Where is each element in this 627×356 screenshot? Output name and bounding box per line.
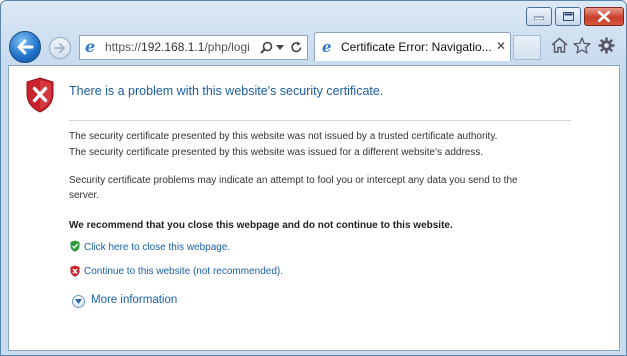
new-tab-button[interactable] (513, 35, 541, 60)
title-bar (1, 1, 626, 31)
continue-to-website-link[interactable]: Continue to this website (not recommende… (84, 266, 283, 277)
tab-certificate-error[interactable]: e Certificate Error: Navigatio... ✕ (314, 32, 511, 61)
back-arrow-icon (17, 39, 34, 55)
maximize-button[interactable] (555, 7, 581, 26)
search-icon[interactable] (260, 41, 273, 54)
tab-ie-logo-icon: e (322, 38, 332, 56)
refresh-icon[interactable] (290, 41, 303, 54)
warning-text-line2: server. (69, 190, 100, 201)
warning-text-line1: Security certificate problems may indica… (69, 175, 518, 186)
close-icon (598, 11, 610, 22)
url-path: /php/logi (204, 40, 250, 54)
error-shield-icon (26, 77, 54, 113)
safe-shield-icon (70, 240, 80, 252)
favorites-star-icon (573, 36, 591, 54)
close-webpage-link[interactable]: Click here to close this webpage. (84, 242, 230, 253)
home-icon (551, 37, 567, 53)
address-bar[interactable]: e https://192.168.1.1/php/logi (79, 35, 308, 60)
ie-logo-icon: e (85, 37, 96, 56)
expand-chevron-icon[interactable] (72, 295, 85, 308)
minimize-icon (534, 16, 544, 20)
tools-button[interactable] (596, 35, 616, 55)
navigation-bar: e https://192.168.1.1/php/logi e Certifi… (1, 29, 626, 65)
tab-close-button[interactable]: ✕ (496, 39, 506, 53)
tab-title: Certificate Error: Navigatio... (341, 40, 492, 54)
url-protocol: https:// (105, 40, 142, 54)
recommendation-text: We recommend that you close this webpage… (69, 220, 453, 231)
error-heading: There is a problem with this website's s… (69, 84, 384, 98)
detail-untrusted-authority: The security certificate presented by th… (69, 131, 498, 142)
close-window-button[interactable] (584, 7, 624, 26)
forward-button[interactable] (49, 37, 71, 59)
favorites-button[interactable] (572, 35, 592, 55)
divider (69, 120, 571, 121)
settings-gear-icon (598, 37, 614, 53)
page-content: There is a problem with this website's s… (8, 65, 620, 351)
forward-arrow-icon (54, 43, 66, 53)
maximize-icon (562, 12, 574, 21)
home-button[interactable] (549, 35, 569, 55)
chevron-down-icon[interactable] (276, 45, 284, 50)
url-host: 192.168.1.1 (141, 40, 205, 54)
browser-window: e https://192.168.1.1/php/logi e Certifi… (0, 0, 627, 356)
back-button[interactable] (9, 31, 41, 63)
unsafe-shield-icon (70, 265, 80, 277)
detail-address-mismatch: The security certificate presented by th… (69, 147, 484, 158)
more-information-link[interactable]: More information (91, 294, 177, 306)
minimize-button[interactable] (526, 7, 552, 26)
url-text[interactable]: https://192.168.1.1/php/logi (105, 40, 257, 54)
